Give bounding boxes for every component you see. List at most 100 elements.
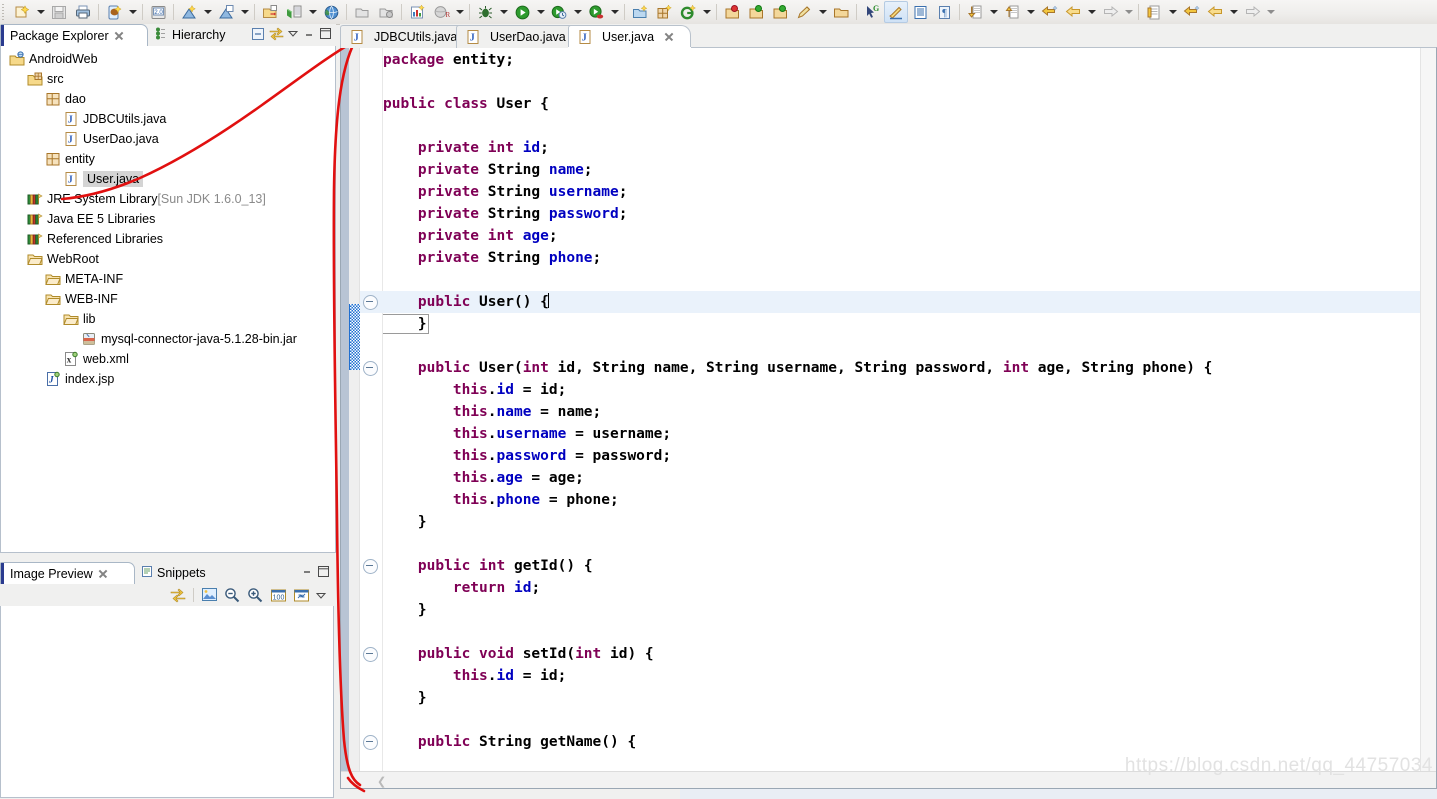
- globe-run-dropdown-icon[interactable]: [453, 2, 466, 22]
- search-pencil-icon[interactable]: [792, 1, 816, 23]
- code-text-area[interactable]: package entity; public class User { priv…: [383, 48, 1436, 788]
- forward-2-icon[interactable]: [1240, 1, 1264, 23]
- run-history-icon[interactable]: [547, 1, 571, 23]
- fold-collapse-icon[interactable]: [363, 295, 378, 310]
- tree-item-lib[interactable]: lib: [1, 309, 335, 329]
- task-list-icon[interactable]: [1142, 1, 1166, 23]
- tree-item-java-ee-5-libraries[interactable]: Java EE 5 Libraries: [1, 209, 335, 229]
- profile-dropdown-icon[interactable]: [608, 2, 621, 22]
- tree-item-meta-inf[interactable]: META-INF: [1, 269, 335, 289]
- task-list-dropdown-icon[interactable]: [1166, 2, 1179, 22]
- new-class-dropdown-icon[interactable]: [700, 2, 713, 22]
- open-type-icon[interactable]: [350, 1, 374, 23]
- new-wizard-icon[interactable]: [10, 1, 34, 23]
- back-icon[interactable]: [1061, 1, 1085, 23]
- editor-tab-jdbcutils-java[interactable]: JJDBCUtils.java: [340, 25, 470, 48]
- collapse-all-icon[interactable]: [251, 27, 265, 41]
- tab-hierarchy[interactable]: Hierarchy: [150, 24, 232, 45]
- close-icon[interactable]: [114, 31, 124, 41]
- tree-item-src[interactable]: src: [1, 69, 335, 89]
- tab-snippets[interactable]: Snippets: [135, 562, 212, 583]
- save-icon[interactable]: [47, 1, 71, 23]
- open-resource-green-icon[interactable]: [744, 1, 768, 23]
- fold-collapse-icon[interactable]: [363, 647, 378, 662]
- open-task-icon[interactable]: [374, 1, 398, 23]
- scroll-left-chevron-icon[interactable]: ❮: [377, 775, 386, 788]
- forward-icon[interactable]: [1098, 1, 1122, 23]
- new-class-icon[interactable]: [676, 1, 700, 23]
- next-annotation-dropdown-icon[interactable]: [987, 2, 1000, 22]
- last-edit-icon[interactable]: [1037, 1, 1061, 23]
- code-editor[interactable]: package entity; public class User { priv…: [340, 47, 1437, 789]
- toolbar-grip[interactable]: [1, 3, 8, 21]
- debug-icon[interactable]: [473, 1, 497, 23]
- debug-dropdown-icon[interactable]: [497, 2, 510, 22]
- new-java-project-icon[interactable]: [628, 1, 652, 23]
- sync-arrows-icon[interactable]: [168, 585, 188, 605]
- maximize-icon[interactable]: [317, 565, 330, 579]
- new-jsp-dropdown-icon[interactable]: [126, 2, 139, 22]
- tab-image-preview[interactable]: Image Preview: [0, 562, 135, 584]
- tree-item-webroot[interactable]: WebRoot: [1, 249, 335, 269]
- view-menu-chevron-down-icon[interactable]: [314, 585, 328, 605]
- editor-vertical-scrollbar[interactable]: [1420, 48, 1436, 772]
- tree-item-userdao-java[interactable]: JUserDao.java: [1, 129, 335, 149]
- back-2-icon[interactable]: [1203, 1, 1227, 23]
- globe-run-icon[interactable]: R: [429, 1, 453, 23]
- deploy-dropdown-icon[interactable]: [201, 2, 214, 22]
- open-resource-red-icon[interactable]: [720, 1, 744, 23]
- open-folder-icon[interactable]: [829, 1, 853, 23]
- tree-item-jre-system-library[interactable]: JRE System Library [Sun JDK 1.6.0_13]: [1, 189, 335, 209]
- image-preview-canvas[interactable]: [0, 606, 334, 798]
- undeploy-icon[interactable]: [214, 1, 238, 23]
- server-run-icon[interactable]: [282, 1, 306, 23]
- editor-folding-ruler[interactable]: [360, 48, 383, 788]
- fold-collapse-icon[interactable]: [363, 735, 378, 750]
- last-edit-2-icon[interactable]: [1179, 1, 1203, 23]
- open-resource-green2-icon[interactable]: [768, 1, 792, 23]
- tree-item-web-inf[interactable]: WEB-INF: [1, 289, 335, 309]
- zoom-out-icon[interactable]: [222, 585, 242, 605]
- next-annotation-icon[interactable]: [963, 1, 987, 23]
- new-package-icon[interactable]: [652, 1, 676, 23]
- zoom-100-icon[interactable]: 100: [268, 585, 288, 605]
- tree-item-referenced-libraries[interactable]: Referenced Libraries: [1, 229, 335, 249]
- forward-2-dropdown-icon[interactable]: [1264, 2, 1277, 22]
- editor-tab-userdao-java[interactable]: JUserDao.java: [456, 25, 582, 48]
- deploy-icon[interactable]: [177, 1, 201, 23]
- maximize-icon[interactable]: [319, 27, 332, 41]
- undeploy-dropdown-icon[interactable]: [238, 2, 251, 22]
- fold-collapse-icon[interactable]: [363, 361, 378, 376]
- new-wizard-dropdown-icon[interactable]: [34, 2, 47, 22]
- tree-item-dao[interactable]: dao: [1, 89, 335, 109]
- editor-tab-user-java[interactable]: JUser.java: [568, 25, 691, 48]
- back-dropdown-icon[interactable]: [1085, 2, 1098, 22]
- minimize-icon[interactable]: [303, 27, 315, 41]
- run-history-dropdown-icon[interactable]: [571, 2, 584, 22]
- tree-item-mysql-connector-java-5-1-28-bin-jar[interactable]: mysql-connector-java-5.1.28-bin.jar: [1, 329, 335, 349]
- new-jsp-icon[interactable]: [102, 1, 126, 23]
- fold-collapse-icon[interactable]: [363, 559, 378, 574]
- server-run-dropdown-icon[interactable]: [306, 2, 319, 22]
- paragraph-icon[interactable]: ¶: [932, 1, 956, 23]
- editor-marker-bar[interactable]: [341, 48, 349, 788]
- tree-item-jdbcutils-java[interactable]: JJDBCUtils.java: [1, 109, 335, 129]
- cursor-g-icon[interactable]: G: [860, 1, 884, 23]
- block-select-icon[interactable]: [908, 1, 932, 23]
- tree-item-androidweb[interactable]: AndroidWeb: [1, 49, 335, 69]
- tree-item-index-jsp[interactable]: Jindex.jsp: [1, 369, 335, 389]
- tree-item-user-java[interactable]: JUser.java: [1, 169, 335, 189]
- close-icon[interactable]: [664, 32, 674, 42]
- run-icon[interactable]: [510, 1, 534, 23]
- highlight-icon[interactable]: [884, 1, 908, 23]
- minimize-icon[interactable]: [301, 565, 313, 579]
- server-start-icon[interactable]: [258, 1, 282, 23]
- view-menu-chevron-down-icon[interactable]: [287, 27, 299, 41]
- package-explorer-tree[interactable]: AndroidWebsrcdaoJJDBCUtils.javaJUserDao.…: [0, 46, 336, 553]
- tomcat-icon[interactable]: 2.0: [146, 1, 170, 23]
- prev-annotation-icon[interactable]: [1000, 1, 1024, 23]
- close-icon[interactable]: [98, 569, 108, 579]
- report-icon[interactable]: [405, 1, 429, 23]
- browser-icon[interactable]: [319, 1, 343, 23]
- profile-icon[interactable]: [584, 1, 608, 23]
